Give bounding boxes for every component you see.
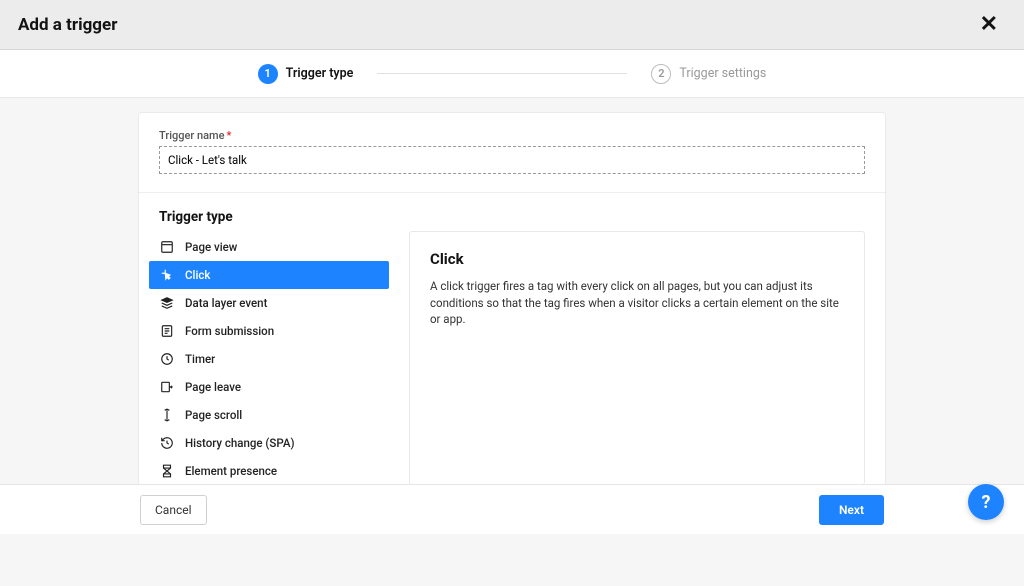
type-element-presence[interactable]: Element presence: [149, 457, 389, 485]
modal-header: Add a trigger ✕: [0, 0, 1024, 50]
type-click[interactable]: Click: [149, 261, 389, 289]
type-label: Element presence: [185, 464, 277, 478]
type-history-change[interactable]: History change (SPA): [149, 429, 389, 457]
step-trigger-settings[interactable]: 2 Trigger settings: [651, 64, 766, 84]
step-trigger-type[interactable]: 1 Trigger type: [258, 64, 354, 84]
type-label: Data layer event: [185, 296, 267, 310]
stepper: 1 Trigger type 2 Trigger settings: [0, 50, 1024, 98]
step-number: 1: [258, 64, 278, 84]
type-page-view[interactable]: Page view: [149, 233, 389, 261]
type-page-scroll[interactable]: Page scroll: [149, 401, 389, 429]
card-content: Trigger type Page view Click: [139, 193, 885, 515]
type-data-layer-event[interactable]: Data layer event: [149, 289, 389, 317]
close-icon: ✕: [980, 12, 998, 37]
data-layer-icon: [159, 295, 175, 311]
description-title: Click: [430, 250, 844, 268]
type-form-submission[interactable]: Form submission: [149, 317, 389, 345]
page-view-icon: [159, 239, 175, 255]
cancel-button[interactable]: Cancel: [140, 495, 207, 525]
type-label: Form submission: [185, 324, 274, 338]
timer-icon: [159, 351, 175, 367]
type-timer[interactable]: Timer: [149, 345, 389, 373]
trigger-name-input[interactable]: [159, 146, 865, 174]
help-button[interactable]: ?: [968, 484, 1004, 520]
step-label: Trigger type: [286, 66, 354, 81]
next-button[interactable]: Next: [819, 495, 884, 525]
step-connector: [377, 73, 627, 74]
type-label: Page view: [185, 240, 237, 254]
name-label: Trigger name*: [159, 129, 865, 142]
type-label: Page leave: [185, 380, 241, 394]
description-text: A click trigger fires a tag with every c…: [430, 278, 844, 328]
type-label: Page scroll: [185, 408, 242, 422]
scroll-icon: [159, 407, 175, 423]
help-icon: ?: [982, 492, 991, 513]
click-icon: [159, 267, 175, 283]
close-button[interactable]: ✕: [972, 8, 1006, 41]
type-label: Timer: [185, 352, 215, 366]
trigger-card: Trigger name* Trigger type Page view Cli…: [138, 112, 886, 516]
presence-icon: [159, 463, 175, 479]
type-label: History change (SPA): [185, 436, 295, 450]
modal-footer: Cancel Next: [0, 484, 1024, 534]
modal-title: Add a trigger: [18, 15, 117, 35]
required-mark: *: [227, 129, 232, 142]
trigger-type-heading: Trigger type: [149, 209, 389, 233]
step-number: 2: [651, 64, 671, 84]
type-description-panel: Click A click trigger fires a tag with e…: [409, 231, 865, 485]
name-field-group: Trigger name*: [139, 113, 885, 193]
page-leave-icon: [159, 379, 175, 395]
type-page-leave[interactable]: Page leave: [149, 373, 389, 401]
form-icon: [159, 323, 175, 339]
trigger-type-list: Trigger type Page view Click: [149, 209, 389, 485]
type-label: Click: [185, 268, 210, 282]
step-label: Trigger settings: [679, 66, 766, 81]
history-icon: [159, 435, 175, 451]
